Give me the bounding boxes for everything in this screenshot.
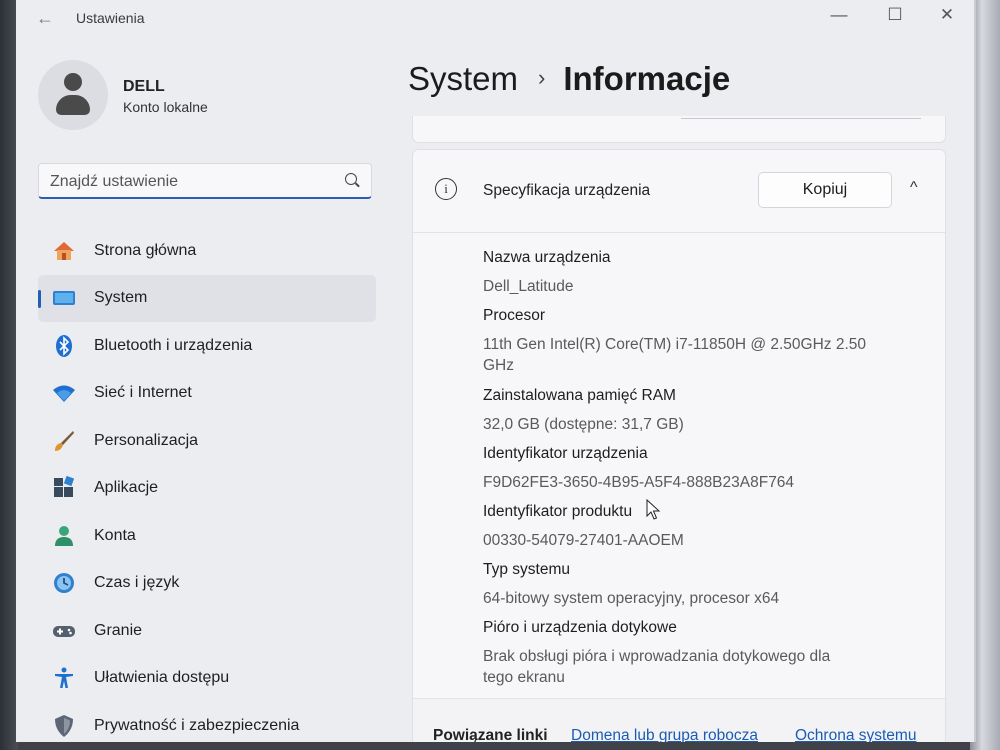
sidebar-item-apps[interactable]: Aplikacje (38, 465, 376, 513)
sidebar-item-label: Strona główna (94, 241, 197, 259)
related-links-label: Powiązane linki (433, 727, 548, 742)
spec-value: Brak obsługi pióra i wprowadzania dotyko… (483, 648, 831, 686)
home-icon (52, 239, 76, 263)
account-name: DELL (123, 78, 165, 95)
spec-value: 00330-54079-27401-AAOEM (483, 532, 684, 549)
sidebar-item-personalization[interactable]: Personalizacja (38, 417, 376, 465)
sidebar-item-label: Konta (94, 526, 136, 544)
spec-value: Dell_Latitude (483, 278, 574, 295)
breadcrumb: System › Informacje (408, 60, 730, 98)
search-icon[interactable] (345, 173, 357, 185)
sidebar-item-label: Czas i język (94, 574, 180, 592)
copy-button[interactable]: Kopiuj (758, 172, 892, 208)
sidebar-item-network[interactable]: Sieć i Internet (38, 370, 376, 418)
bluetooth-icon (52, 334, 76, 358)
sidebar-item-label: Ułatwienia dostępu (94, 669, 230, 687)
spec-label: Nazwa urządzenia (483, 249, 611, 266)
page-title: Informacje (563, 60, 731, 97)
search-input[interactable] (48, 170, 332, 194)
sidebar-item-label: Prywatność i zabezpieczenia (94, 716, 300, 734)
spec-label: Pióro i urządzenia dotykowe (483, 619, 677, 636)
sidebar-item-privacy[interactable]: Prywatność i zabezpieczenia (38, 702, 376, 742)
clock-icon (52, 571, 76, 595)
sidebar-item-accounts[interactable]: Konta (38, 512, 376, 560)
sidebar-item-gaming[interactable]: Granie (38, 607, 376, 655)
avatar-head-shape (64, 73, 82, 91)
spec-label: Identyfikator produktu (483, 503, 633, 520)
device-specs-title: Specyfikacja urządzenia (483, 182, 651, 199)
close-button[interactable]: ✕ (932, 5, 962, 25)
sidebar-item-label: Personalizacja (94, 431, 199, 449)
search-box[interactable] (38, 163, 372, 199)
brush-icon (52, 429, 76, 453)
person-icon (52, 524, 76, 548)
title-bar: ← Ustawienia — ☐ ✕ (16, 0, 974, 36)
avatar-body-shape (56, 95, 90, 115)
maximize-button[interactable]: ☐ (880, 5, 910, 25)
sidebar-item-bluetooth[interactable]: Bluetooth i urządzenia (38, 322, 376, 370)
minimize-button[interactable]: — (824, 5, 854, 25)
sidebar-item-system[interactable]: System (38, 274, 376, 322)
sidebar-item-label: Bluetooth i urządzenia (94, 336, 253, 354)
spec-label: Typ systemu (483, 561, 570, 578)
related-links-bar: Powiązane linki Domena lub grupa robocza… (413, 698, 945, 742)
sidebar-item-home[interactable]: Strona główna (38, 227, 376, 275)
avatar[interactable] (38, 60, 108, 130)
chevron-up-icon[interactable]: ^ (910, 179, 918, 197)
sidebar-item-time-language[interactable]: Czas i język (38, 560, 376, 608)
sidebar-item-accessibility[interactable]: Ułatwienia dostępu (38, 655, 376, 703)
spec-value: 32,0 GB (dostępne: 31,7 GB) (483, 416, 684, 433)
device-specs-card: i Specyfikacja urządzenia Kopiuj ^ Nazwa… (412, 149, 946, 742)
spec-value: 64-bitowy system operacyjny, procesor x6… (483, 590, 780, 607)
back-arrow-icon[interactable]: ← (36, 8, 54, 29)
sidebar-item-label: Sieć i Internet (94, 384, 192, 402)
info-icon: i (435, 178, 457, 200)
settings-window: ← Ustawienia — ☐ ✕ DELL Konto lokalne St… (16, 0, 976, 742)
account-type: Konto lokalne (123, 99, 208, 115)
spec-label: Zainstalowana pamięć RAM (483, 387, 676, 404)
device-specs-header[interactable]: i Specyfikacja urządzenia Kopiuj ^ (413, 150, 945, 233)
app-title: Ustawienia (76, 10, 145, 26)
shield-icon (52, 714, 76, 738)
spec-value: 11th Gen Intel(R) Core(TM) i7-11850H @ 2… (483, 336, 867, 374)
spec-value: F9D62FE3-3650-4B95-A5F4-888B23A8F764 (483, 474, 795, 491)
system-protection-link[interactable]: Ochrona systemu (795, 727, 916, 742)
sidebar-nav: Strona główna System Bluetooth i urządze… (38, 227, 376, 742)
mouse-cursor-icon (646, 499, 661, 520)
sidebar-item-label: System (94, 289, 148, 307)
breadcrumb-separator-icon: › (538, 65, 546, 90)
sidebar-item-label: Granie (94, 621, 143, 639)
apps-icon (52, 476, 76, 500)
breadcrumb-parent[interactable]: System (408, 60, 518, 97)
gamepad-icon (52, 619, 76, 643)
wifi-icon (52, 381, 76, 405)
sidebar-item-label: Aplikacje (94, 479, 159, 497)
spec-label: Procesor (483, 307, 546, 324)
accessibility-icon (52, 666, 76, 690)
system-icon (52, 286, 76, 310)
previous-card (412, 116, 946, 143)
domain-workgroup-link[interactable]: Domena lub grupa robocza (571, 727, 758, 742)
previous-card-divider (681, 118, 921, 119)
spec-label: Identyfikator urządzenia (483, 445, 648, 462)
